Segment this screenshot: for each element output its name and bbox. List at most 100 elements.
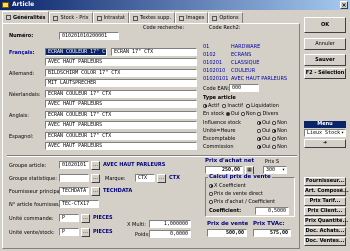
francais-line2-field[interactable]: AVEC HAUT PARLEURS — [45, 58, 197, 66]
radio-liquidation[interactable] — [246, 103, 251, 108]
calcul-prix-title: Calcul prix de vente — [208, 174, 272, 180]
family-name: CLASSIQUE — [231, 60, 260, 66]
search-groupe-stat-icon[interactable]: … — [91, 174, 100, 183]
unite-vente-label: Unité vente/stock: — [9, 230, 55, 236]
search-unite-vente-icon[interactable]: … — [81, 228, 90, 237]
radio-prix-achat-coef[interactable] — [209, 199, 213, 204]
close-icon[interactable]: × — [340, 1, 348, 9]
arrow-right-icon: ➜ — [322, 140, 328, 146]
espagnol-line2-field[interactable]: AVEC HAUT PARLEURS — [45, 142, 197, 150]
tab-generalites[interactable]: Généralités — [2, 11, 50, 23]
allemand-line2-field[interactable]: MIT LAUTSPRECHER — [45, 79, 197, 87]
radio-divers[interactable] — [257, 111, 262, 116]
radio-coefficient[interactable] — [209, 183, 213, 188]
unite-vente-field[interactable]: P — [59, 228, 79, 236]
prix-tarif-button[interactable]: Prix Tarif... — [304, 197, 346, 206]
stock-options: En stock Oui Non Divers — [203, 111, 279, 117]
radio-commission-oui[interactable] — [257, 144, 261, 149]
coefficient-field[interactable]: 0,5000 — [255, 207, 289, 215]
art-fournisseur-label: N° article fournisseur: — [9, 202, 64, 208]
search-marque-icon[interactable]: … — [157, 174, 166, 183]
radio-commission-non[interactable] — [272, 144, 277, 149]
tab-images[interactable]: Images — [175, 12, 209, 23]
menu-select[interactable]: Lieux Stock ▾ — [304, 129, 346, 137]
code-recherche-field[interactable]: ECRAN 17" CTX — [111, 48, 197, 56]
numero-field[interactable]: 010201010200001 — [59, 32, 119, 40]
title-bar: Article × — [0, 0, 350, 10]
radio-heure-non[interactable] — [272, 128, 277, 133]
groupe-stat-field[interactable] — [59, 174, 89, 182]
art-compose-button[interactable]: Art. Composé... — [304, 187, 349, 196]
unite-commande-field[interactable]: P — [59, 214, 79, 222]
radio-heure-oui[interactable] — [257, 128, 261, 133]
code-rech2-label: Code Rech2: — [209, 25, 241, 31]
poids-label: Poids: — [135, 232, 150, 238]
commission-radios: Oui Non — [257, 144, 287, 150]
radio-influence-non[interactable] — [272, 120, 277, 125]
family-code: 0102010 — [203, 68, 226, 74]
search-groupe-article-icon[interactable]: … — [91, 161, 100, 170]
prix-vente-label: Prix de vente — [207, 221, 249, 227]
tab-textes-supp[interactable]: Textes supp. — [128, 12, 176, 23]
marque-label: Marque: — [105, 176, 126, 182]
art-fournisseur-field[interactable]: TEC-CTX17 — [59, 200, 99, 208]
search-unite-commande-icon[interactable]: … — [81, 214, 90, 223]
search-fournisseur-icon[interactable]: … — [91, 187, 100, 196]
marque-field[interactable]: CTX — [135, 174, 155, 182]
section-divider — [7, 155, 297, 157]
multiple-field[interactable]: 1,000000 — [149, 220, 191, 228]
ok-button[interactable]: OK — [304, 17, 346, 33]
tab-stock-prix[interactable]: Stock - Prix — [49, 12, 93, 23]
annuler-button[interactable]: Annuler — [304, 38, 346, 50]
prix-achat-field[interactable]: 250,00 — [205, 166, 243, 174]
radio-actif[interactable] — [203, 103, 207, 108]
neerlandais-label: Néerlandais: — [9, 92, 41, 98]
espagnol-field[interactable]: ECRAN COULEUR 17" CTX — [45, 132, 197, 140]
f2-selection-button[interactable]: F2 - Sélection — [304, 68, 346, 79]
fournisseur-button[interactable]: Fournisseur... — [304, 177, 346, 186]
groupe-article-name: AVEC HAUT PARLEURS — [103, 162, 166, 168]
francais-field[interactable]: ECRAN COULEUR 17" CTX — [45, 48, 107, 56]
neerlandais-field[interactable]: ECRAN COULEUR 17" CTX — [45, 90, 197, 98]
anglais-label: Anglais: — [9, 113, 29, 119]
code-recherche-label: Code recherche: — [143, 25, 185, 31]
opt-coefficient[interactable]: X Coefficient — [209, 183, 246, 189]
anglais-field[interactable]: ECRAN COULEUR 17" CTX — [45, 111, 197, 119]
ean-field[interactable]: 000 — [229, 84, 259, 92]
radio-influence-oui[interactable] — [257, 120, 261, 125]
poids-field[interactable]: 0,0000 — [149, 230, 191, 238]
chevron-down-icon: ▾ — [340, 130, 344, 136]
doc-achats-button[interactable]: Doc. Achats... — [304, 227, 346, 236]
neerlandais-line2-field[interactable]: AVEC HAUT PARLEURS — [45, 100, 197, 108]
prix-quantite-button[interactable]: Prix Quantité... — [304, 217, 348, 226]
opt-prix-achat-coef[interactable]: Prix d'achat / Coefficient — [209, 199, 275, 205]
groupe-article-field[interactable]: 01020101 — [59, 161, 89, 169]
opt-prix-direct[interactable]: Prix de vente direct — [209, 191, 263, 197]
tab-options[interactable]: Options — [208, 12, 243, 23]
family-code: 01020101 — [203, 76, 229, 82]
tab-intrastat[interactable]: Intrastat — [92, 12, 129, 23]
tab-bar: Généralités Stock - Prix Intrastat Texte… — [2, 11, 243, 23]
doc-ventes-button[interactable]: Doc. Ventes... — [304, 237, 346, 246]
radio-escompte-non[interactable] — [272, 136, 277, 141]
prix-vente-field[interactable]: 500,00 — [207, 229, 247, 237]
numero-label: Numéro: — [9, 33, 34, 39]
radio-stock-oui[interactable] — [225, 111, 230, 116]
radio-inactif[interactable] — [222, 103, 227, 108]
prix-s-select[interactable]: 300 ▾ — [263, 166, 287, 174]
fournisseur-field[interactable]: TECHDATA — [59, 187, 89, 195]
influence-stock-label: Influence stock — [203, 120, 241, 126]
radio-prix-direct[interactable] — [209, 191, 213, 196]
prix-tvac-label: Prix TVAc: — [253, 221, 285, 227]
prix-client-button[interactable]: Prix Client... — [304, 207, 346, 216]
escomptable-label: Escomptable — [203, 136, 236, 142]
prix-tvac-field[interactable]: 575,00 — [253, 229, 291, 237]
radio-escompte-oui[interactable] — [257, 136, 261, 141]
family-code: 01 — [203, 44, 210, 50]
anglais-line2-field[interactable]: AVEC HAUT PARLEURS — [45, 121, 197, 129]
francais-label: Français: — [9, 50, 35, 56]
menu-go-button[interactable]: ➜ — [304, 139, 346, 148]
allemand-field[interactable]: BILDSCHIRM COLOR 17" CTX — [45, 69, 197, 77]
sauver-button[interactable]: Sauver — [304, 54, 346, 66]
radio-stock-non[interactable] — [240, 111, 245, 116]
